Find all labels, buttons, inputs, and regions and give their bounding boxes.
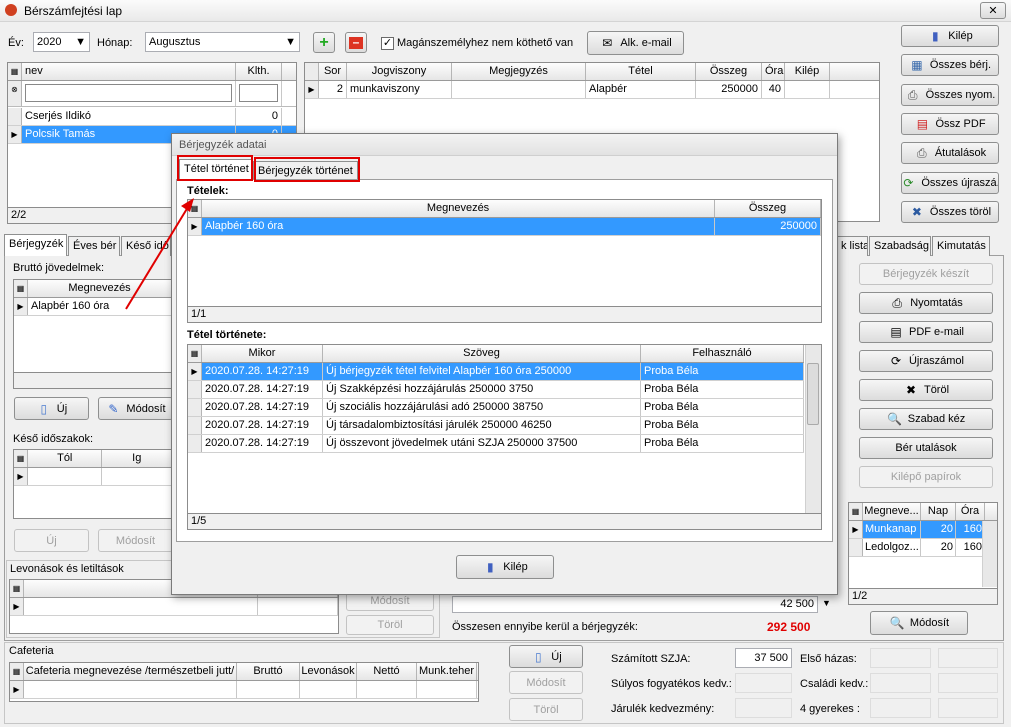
annotation-arrow [125, 198, 194, 310]
